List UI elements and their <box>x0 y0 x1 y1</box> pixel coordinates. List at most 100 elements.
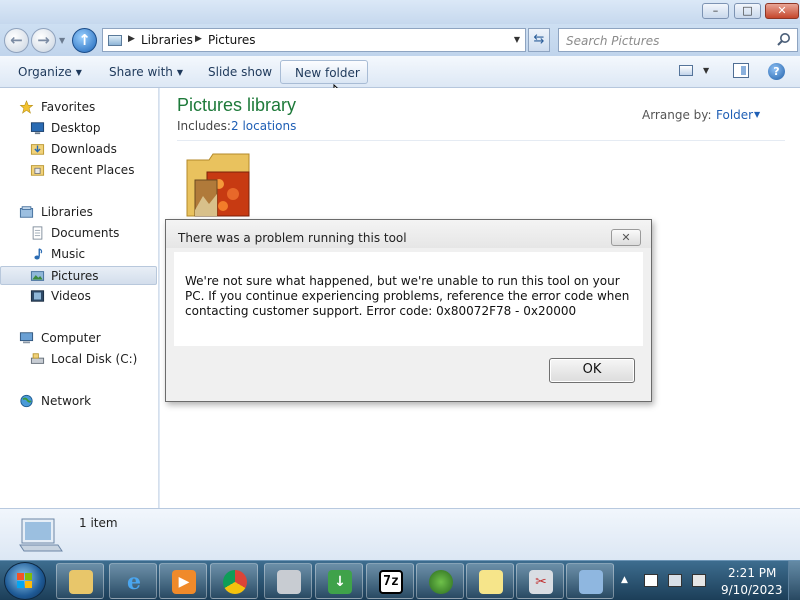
window-titlebar: – □ ✕ <box>0 0 800 24</box>
documents-icon <box>32 226 43 240</box>
breadcrumb-separator-icon[interactable]: ▶ <box>128 34 135 44</box>
divider <box>177 140 785 141</box>
help-icon[interactable]: ? <box>768 63 785 80</box>
nav-documents[interactable]: Documents <box>0 224 157 243</box>
address-dropdown-icon[interactable]: ▼ <box>514 35 520 44</box>
organize-label: Organize <box>18 65 72 79</box>
organize-menu[interactable]: Organize ▼ <box>18 65 82 79</box>
nav-local-disk-label: Local Disk (C:) <box>51 352 138 366</box>
nav-pictures-label: Pictures <box>51 269 99 283</box>
command-bar: Organize ▼ Share with ▼ Slide show New fol… <box>0 56 800 103</box>
nav-network[interactable]: Network <box>0 392 157 411</box>
share-with-label: Share with <box>109 65 173 79</box>
library-pictures-icon <box>19 518 63 552</box>
clock-time[interactable]: 2:21 PM <box>728 566 776 580</box>
action-center-flag-icon[interactable] <box>644 574 658 587</box>
nav-recent-places-label: Recent Places <box>51 163 135 177</box>
refresh-icon: ⇆ <box>533 32 545 47</box>
nav-favorites-label: Favorites <box>41 100 96 114</box>
show-hidden-icons-icon[interactable]: ▲ <box>621 575 628 585</box>
page-title: Pictures library <box>177 95 297 115</box>
remote-desktop-icon <box>579 570 603 594</box>
nav-computer-label: Computer <box>41 331 101 345</box>
nav-desktop-label: Desktop <box>51 121 101 135</box>
breadcrumb-pictures[interactable]: Pictures <box>208 33 256 47</box>
arrange-by-dropdown[interactable]: Folder <box>716 108 753 122</box>
folder-with-pictures-icon[interactable] <box>185 150 253 220</box>
locations-link[interactable]: 2 locations <box>231 119 296 133</box>
nav-favorites[interactable]: Favorites <box>0 98 157 117</box>
desktop-icon <box>30 122 45 135</box>
taskbar-sticky-notes[interactable] <box>466 563 514 599</box>
taskbar-snipping-tool[interactable]: ✂ <box>516 563 564 599</box>
search-icon[interactable] <box>776 32 792 48</box>
close-window-button[interactable]: ✕ <box>765 3 799 19</box>
sticky-notes-icon <box>479 570 503 594</box>
maximize-button[interactable]: □ <box>734 3 761 19</box>
network-tray-icon[interactable] <box>668 574 682 587</box>
nav-libraries[interactable]: Libraries <box>0 203 157 222</box>
folder-icon <box>69 570 93 594</box>
network-globe-icon <box>20 394 33 408</box>
refresh-button[interactable]: ⇆ <box>528 28 550 52</box>
taskbar-explorer[interactable] <box>56 563 104 599</box>
recent-pages-dropdown[interactable]: ▼ <box>59 36 65 45</box>
preview-pane-button[interactable] <box>733 63 749 78</box>
hard-drive-icon <box>30 353 45 364</box>
slide-show-label: Slide show <box>208 65 273 79</box>
dialog-titlebar: There was a problem running this tool ✕ <box>166 220 651 248</box>
chevron-down-icon[interactable]: ▼ <box>754 110 760 119</box>
up-button[interactable]: ↑ <box>72 28 97 53</box>
minimize-button[interactable]: – <box>702 3 729 19</box>
share-with-menu[interactable]: Share with ▼ <box>109 65 183 79</box>
back-button[interactable]: ← <box>4 28 29 53</box>
dialog-body: We're not sure what happened, but we're … <box>174 252 643 346</box>
clock-date[interactable]: 9/10/2023 <box>721 583 783 597</box>
windows-orb-icon <box>429 570 453 594</box>
libraries-icon <box>19 206 34 218</box>
scanner-icon <box>277 570 301 594</box>
taskbar-media-player[interactable]: ▶ <box>159 563 207 599</box>
show-desktop-button[interactable] <box>788 561 800 600</box>
taskbar-internet-explorer[interactable]: e <box>109 563 157 599</box>
taskbar-download-tool[interactable]: ↓ <box>315 563 363 599</box>
breadcrumb-libraries[interactable]: Libraries <box>141 33 193 47</box>
nav-downloads-label: Downloads <box>51 142 117 156</box>
volume-muted-icon[interactable] <box>692 574 706 587</box>
nav-music-label: Music <box>51 247 86 261</box>
new-folder-label: New folder <box>295 66 360 80</box>
change-view-button[interactable] <box>679 65 693 76</box>
forward-button[interactable]: → <box>31 28 56 53</box>
nav-desktop[interactable]: Desktop <box>0 119 157 138</box>
ok-button[interactable]: OK <box>549 358 635 383</box>
nav-downloads[interactable]: Downloads <box>0 140 157 159</box>
taskbar-remote-desktop[interactable] <box>566 563 614 599</box>
item-count: 1 item <box>79 516 118 530</box>
taskbar-scanner[interactable] <box>264 563 312 599</box>
taskbar-media-creation-tool[interactable] <box>416 563 464 599</box>
address-row: ← → ▼ ↑ ▶ Libraries ▶ Pictures ▼ ⇆ Searc… <box>0 24 800 56</box>
address-bar[interactable]: ▶ Libraries ▶ Pictures ▼ <box>102 28 526 52</box>
nav-documents-label: Documents <box>51 226 120 240</box>
new-folder-button[interactable]: New folder <box>280 60 368 84</box>
taskbar-7zip[interactable]: 7z <box>366 563 414 599</box>
nav-computer[interactable]: Computer <box>0 329 157 348</box>
up-arrow-icon: ↑ <box>78 31 91 49</box>
computer-icon <box>19 332 34 344</box>
nav-local-disk[interactable]: Local Disk (C:) <box>0 350 157 369</box>
error-message: We're not sure what happened, but we're … <box>185 274 630 318</box>
details-pane: 1 item <box>0 508 800 560</box>
slide-show-button[interactable]: Slide show <box>208 65 272 79</box>
dialog-close-button[interactable]: ✕ <box>611 229 641 246</box>
navigation-pane: Favorites Desktop Downloads Recent Place… <box>0 88 159 508</box>
breadcrumb-separator-icon[interactable]: ▶ <box>195 34 202 44</box>
views-dropdown-icon[interactable]: ▼ <box>703 66 709 75</box>
nav-videos[interactable]: Videos <box>0 287 157 306</box>
forward-arrow-icon: → <box>37 31 50 49</box>
start-button[interactable] <box>4 562 46 600</box>
nav-recent-places[interactable]: Recent Places <box>0 161 157 180</box>
taskbar-chrome[interactable] <box>210 563 258 599</box>
nav-music[interactable]: Music <box>0 245 157 264</box>
search-input[interactable]: Search Pictures <box>558 28 798 52</box>
nav-pictures[interactable]: Pictures <box>0 266 157 285</box>
